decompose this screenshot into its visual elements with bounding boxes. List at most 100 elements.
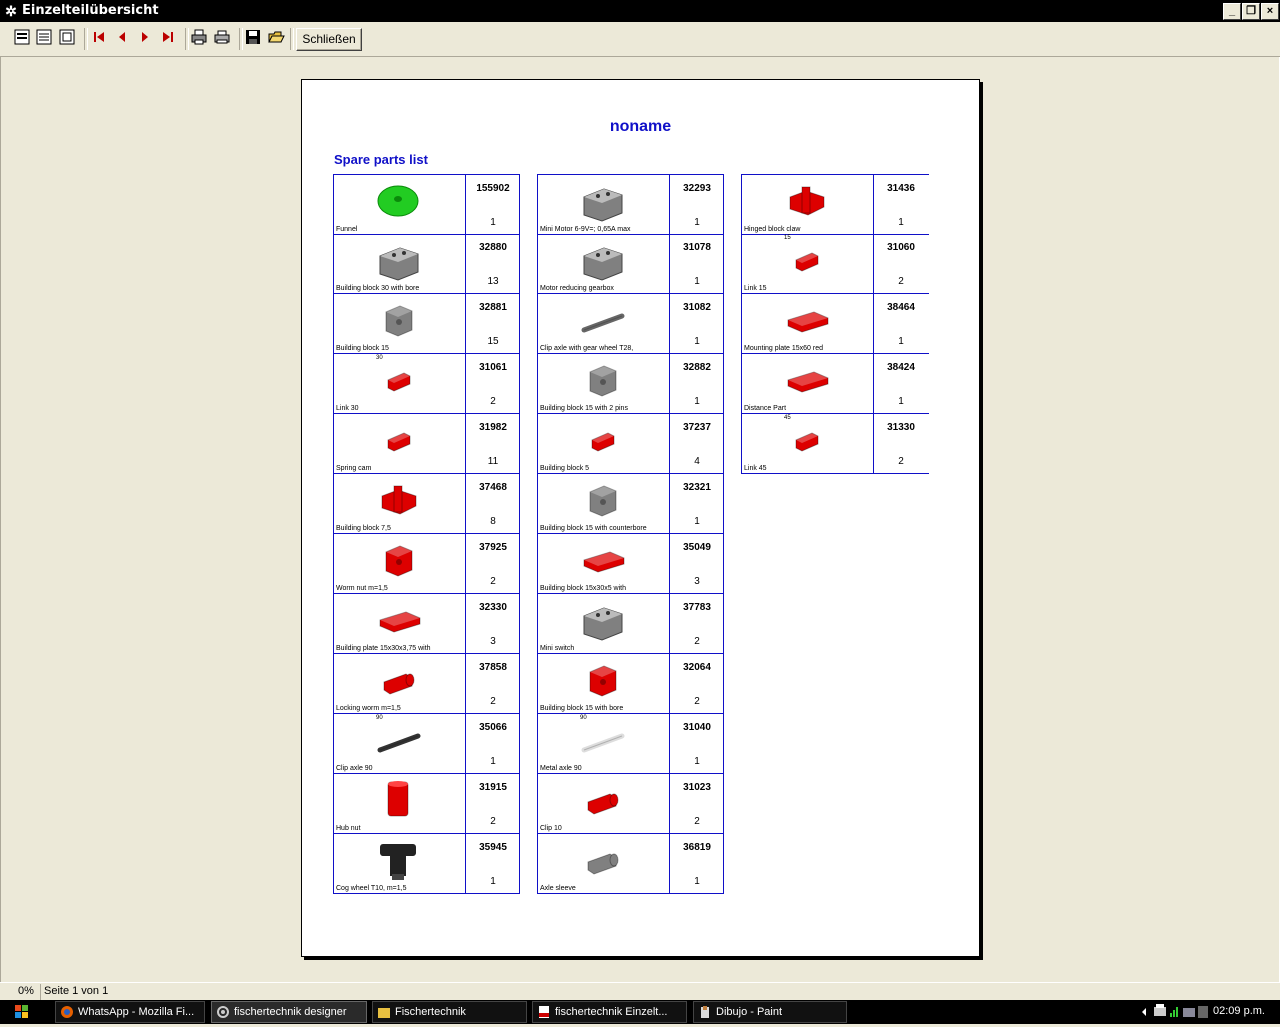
part-name: Building block 15 with counterbore [540,525,647,532]
part-row: Axle sleeve 36819 1 [537,834,724,894]
part-quantity: 11 [487,456,499,467]
part-number: 37858 [479,662,507,673]
app-gear-icon: ✲ [5,3,17,19]
task-whatsapp[interactable]: WhatsApp - Mozilla Fi... [55,1001,205,1023]
part-quantity: 1 [898,396,904,407]
part-number: 32330 [479,602,507,613]
part-row: Spring cam 31982 11 [333,414,520,474]
page-info: Seite 1 von 1 [44,985,109,997]
part-row: Mini switch 37783 2 [537,594,724,654]
part-number: 35049 [683,542,711,553]
part-name: Building block 15 with 2 pins [540,405,628,412]
part-quantity: 1 [898,336,904,347]
part-row: Cog wheel T10, m=1,5 35945 1 [333,834,520,894]
part-number: 32880 [479,242,507,253]
part-row: 45 Link 45 31330 2 [741,414,929,474]
folder-icon [378,1008,390,1018]
toolbar: Schließen [0,22,1280,57]
part-row: Worm nut m=1,5 37925 2 [333,534,520,594]
part-quantity: 2 [694,696,700,707]
part-quantity: 1 [694,876,700,887]
part-name: Building block 15 [336,345,389,352]
part-quantity: 1 [490,876,496,887]
close-window-button[interactable]: × [1261,3,1279,20]
part-number: 31078 [683,242,711,253]
spare-parts-title: Spare parts list [334,152,428,167]
part-quantity: 1 [694,516,700,527]
part-quantity: 2 [694,816,700,827]
print-icon[interactable] [213,28,233,48]
part-number: 37237 [683,422,711,433]
part-row: Building block 5 37237 4 [537,414,724,474]
part-quantity: 2 [490,816,496,827]
taskbar: WhatsApp - Mozilla Fi... fischertechnik … [0,1000,1280,1024]
part-row: Mounting plate 15x60 red 38464 1 [741,294,929,354]
part-row: Hub nut 31915 2 [333,774,520,834]
task-pdf[interactable]: fischertechnik Einzelt... [532,1001,687,1023]
part-row: Building block 15 32881 15 [333,294,520,354]
part-note: 45 [784,415,791,421]
minimize-button[interactable]: _ [1223,3,1241,20]
part-number: 31915 [479,782,507,793]
part-quantity: 2 [490,396,496,407]
part-row: Building block 15x30x5 with 35049 3 [537,534,724,594]
part-number: 35066 [479,722,507,733]
part-name: Building block 5 [540,465,590,472]
next-page-icon[interactable] [136,28,156,48]
part-quantity: 1 [694,276,700,287]
part-name: Worm nut m=1,5 [336,585,388,592]
start-button[interactable] [0,1000,46,1024]
part-row: Building block 15 with bore 32064 2 [537,654,724,714]
printer-setup-icon[interactable] [190,28,210,48]
task-fischertechnik-folder[interactable]: Fischertechnik [372,1001,527,1023]
tray-icons [1142,1004,1208,1018]
windows-logo-icon [15,1005,28,1018]
part-quantity: 2 [694,636,700,647]
part-row: 90 Clip axle 90 35066 1 [333,714,520,774]
part-name: Hub nut [336,825,361,832]
part-number: 31060 [887,242,915,253]
part-number: 37925 [479,542,507,553]
title-bar: ✲ Einzelteilübersicht _ ❐ × [0,0,1280,22]
part-row: Building block 30 with bore 32880 13 [333,234,520,294]
part-quantity: 1 [898,217,904,228]
fit-page-icon[interactable] [58,28,78,48]
part-quantity: 1 [490,756,496,767]
open-icon[interactable] [267,28,287,48]
status-bar: 0% Seite 1 von 1 [0,982,1280,1001]
part-quantity: 3 [694,576,700,587]
report-page: noname Spare parts list Funnel 155902 1 Bui… [301,79,980,957]
task-fischertechnik-designer[interactable]: fischertechnik designer [211,1001,367,1023]
part-number: 31436 [887,183,915,194]
part-number: 38424 [887,362,915,373]
part-row: Building plate 15x30x3,75 with 32330 3 [333,594,520,654]
part-name: Building block 7,5 [336,525,391,532]
save-icon[interactable] [244,28,264,48]
part-row: Building block 15 with 2 pins 32882 1 [537,354,724,414]
close-preview-button[interactable]: Schließen [296,28,362,51]
part-quantity: 2 [490,696,496,707]
task-paint[interactable]: Dibujo - Paint [693,1001,847,1023]
list-view-icon[interactable] [35,28,55,48]
page-view-icon[interactable] [13,28,33,48]
part-quantity: 4 [694,456,700,467]
prev-page-icon[interactable] [113,28,133,48]
pdf-icon [539,1006,549,1018]
part-quantity: 1 [694,756,700,767]
part-name: Distance Part [744,405,787,412]
part-row: Hinged block claw 31436 1 [741,174,929,235]
part-quantity: 3 [490,636,496,647]
part-quantity: 13 [487,276,499,287]
restore-button[interactable]: ❐ [1242,3,1260,20]
window-title: Einzelteilübersicht [22,3,159,18]
part-name: Clip axle with gear wheel T28, [540,345,634,352]
part-number: 31040 [683,722,711,733]
part-quantity: 1 [490,217,496,228]
part-note: 90 [580,715,587,721]
first-page-icon[interactable] [90,28,110,48]
last-page-icon[interactable] [159,28,179,48]
part-number: 32064 [683,662,711,673]
part-quantity: 2 [898,456,904,467]
part-row: 30 Link 30 31061 2 [333,354,520,414]
part-quantity: 2 [898,276,904,287]
